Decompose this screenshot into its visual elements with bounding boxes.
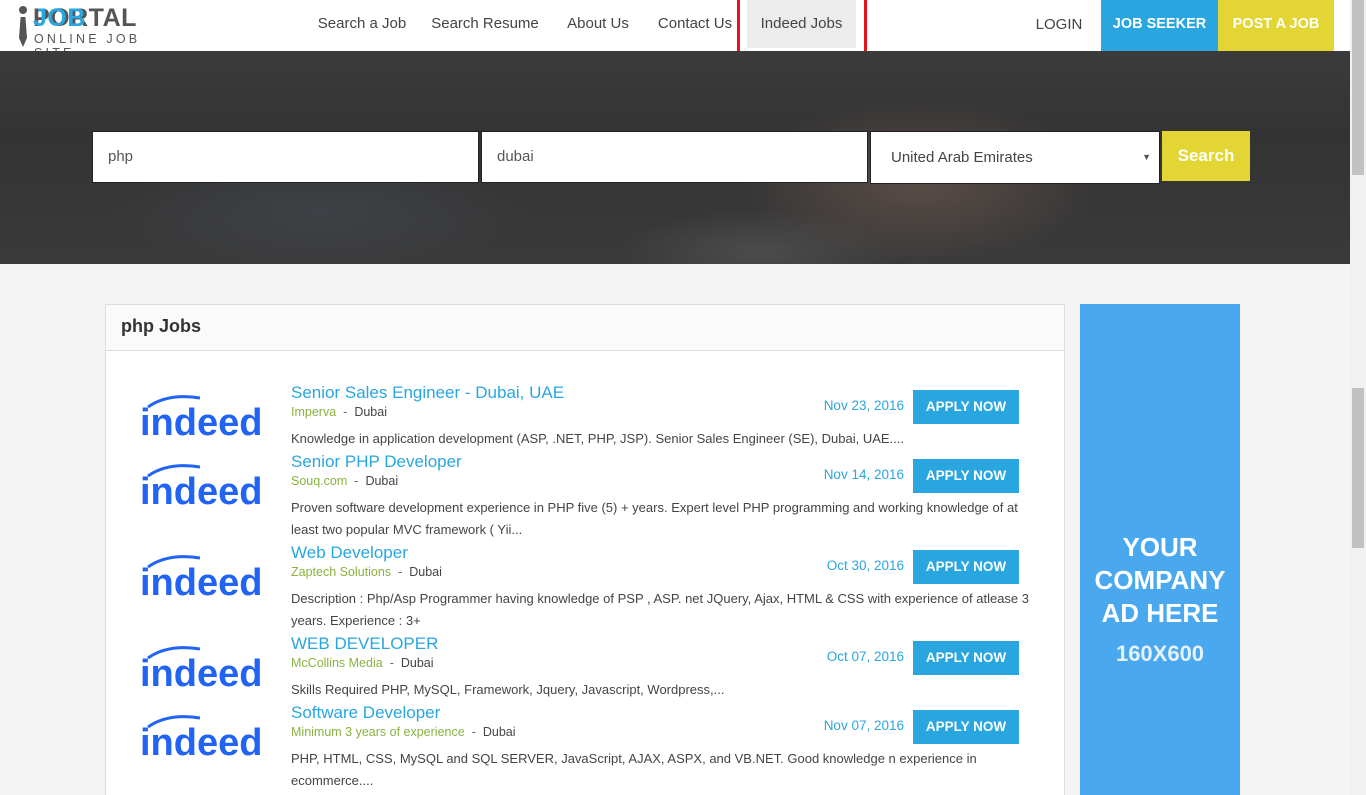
scrollbar-thumb-upper[interactable]	[1352, 0, 1364, 175]
ad-size-label: 160X600	[1115, 641, 1205, 666]
job-date: Oct 07, 2016	[826, 649, 904, 664]
job-description: Knowledge in application development (AS…	[291, 431, 905, 446]
indeed-logo-icon: indeed	[140, 555, 262, 599]
nav-about-us[interactable]: About Us	[553, 0, 643, 48]
job-company: Souq.com	[291, 474, 348, 488]
job-title-link[interactable]: Web Developer	[291, 543, 408, 563]
job-title-link[interactable]: WEB DEVELOPER	[291, 634, 438, 654]
location-input[interactable]: dubai	[481, 131, 868, 183]
job-company: Imperva	[291, 405, 337, 419]
keyword-input[interactable]: php	[92, 131, 479, 183]
scrollbar-thumb-lower[interactable]	[1352, 388, 1364, 548]
ad-text: YOUR COMPANY AD HERE	[1094, 532, 1226, 628]
job-title-link[interactable]: Senior Sales Engineer - Dubai, UAE	[291, 383, 564, 403]
apply-now-button[interactable]: APPLY NOW	[913, 550, 1019, 584]
job-city: Dubai	[400, 656, 434, 670]
apply-now-button[interactable]: APPLY NOW	[913, 641, 1019, 675]
search-button[interactable]: Search	[1162, 131, 1250, 181]
nav-search-a-job[interactable]: Search a Job	[306, 0, 418, 48]
tie-icon	[16, 6, 30, 47]
job-meta: Imperva - Dubai	[291, 405, 387, 419]
svg-text:indeed: indeed	[140, 562, 262, 599]
job-description: Description : Php/Asp Programmer having …	[291, 591, 1029, 628]
top-navbar: JOBPORTAL ONLINE JOB SITE Search a Job S…	[0, 0, 1350, 60]
svg-text:indeed: indeed	[140, 402, 262, 439]
panel-header: php Jobs	[106, 305, 1064, 351]
svg-text:indeed: indeed	[140, 653, 262, 690]
job-city: Dubai	[482, 725, 516, 739]
job-seeker-button[interactable]: JOB SEEKER	[1101, 0, 1218, 51]
login-link[interactable]: LOGIN	[1018, 0, 1100, 51]
indeed-logo-icon: indeed	[140, 715, 262, 759]
apply-now-button[interactable]: APPLY NOW	[913, 459, 1019, 493]
job-description: Proven software development experience i…	[291, 500, 1018, 537]
job-description: Skills Required PHP, MySQL, Framework, J…	[291, 682, 725, 697]
job-meta: Minimum 3 years of experience - Dubai	[291, 725, 516, 739]
country-select[interactable]: United Arab Emirates ▼	[870, 131, 1160, 184]
apply-now-button[interactable]: APPLY NOW	[913, 390, 1019, 424]
job-meta: Zaptech Solutions - Dubai	[291, 565, 442, 579]
job-title-link[interactable]: Software Developer	[291, 703, 440, 723]
job-description: PHP, HTML, CSS, MySQL and SQL SERVER, Ja…	[291, 751, 977, 788]
job-company: Minimum 3 years of experience	[291, 725, 465, 739]
job-company: Zaptech Solutions	[291, 565, 392, 579]
indeed-logo-icon: indeed	[140, 646, 262, 690]
job-date: Nov 14, 2016	[823, 467, 904, 482]
panel-title: php Jobs	[121, 316, 201, 336]
apply-now-button[interactable]: APPLY NOW	[913, 710, 1019, 744]
ad-banner[interactable]: YOUR COMPANY AD HERE 160X600	[1080, 304, 1240, 795]
job-title-link[interactable]: Senior PHP Developer	[291, 452, 462, 472]
job-meta: McCollins Media - Dubai	[291, 656, 434, 670]
job-city: Dubai	[365, 474, 399, 488]
job-date: Oct 30, 2016	[826, 558, 904, 573]
indeed-logo-icon: indeed	[140, 395, 262, 439]
job-city: Dubai	[354, 405, 387, 419]
nav-contact-us[interactable]: Contact Us	[645, 0, 745, 48]
nav-search-resume[interactable]: Search Resume	[420, 0, 550, 48]
jobportal-logo[interactable]: JOBPORTAL ONLINE JOB SITE	[16, 4, 186, 60]
jobs-panel: php Jobs indeed Senior Sales Engineer - …	[105, 304, 1065, 795]
chevron-down-icon: ▼	[1142, 152, 1151, 162]
post-a-job-button[interactable]: POST A JOB	[1218, 0, 1334, 51]
job-date: Nov 23, 2016	[823, 398, 904, 413]
job-meta: Souq.com - Dubai	[291, 474, 399, 488]
logo-wordmark: JOB PORTAL	[33, 4, 137, 32]
job-city: Dubai	[409, 565, 442, 579]
svg-text:indeed: indeed	[140, 471, 262, 508]
nav-indeed-jobs[interactable]: Indeed Jobs	[747, 0, 856, 48]
svg-text:indeed: indeed	[140, 722, 262, 759]
job-date: Nov 07, 2016	[823, 718, 904, 733]
country-select-value: United Arab Emirates	[891, 149, 1033, 166]
job-company: McCollins Media	[291, 656, 383, 670]
indeed-logo-icon: indeed	[140, 464, 262, 508]
